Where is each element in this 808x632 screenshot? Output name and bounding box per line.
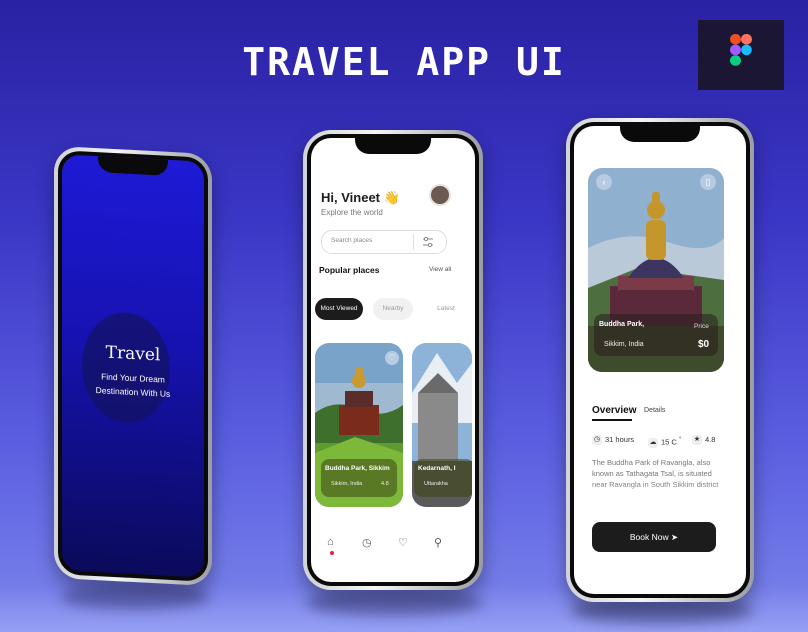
card-location: Sikkim, India: [331, 481, 363, 487]
view-all-link[interactable]: View all: [429, 266, 451, 273]
star-icon: ★: [692, 435, 702, 446]
back-icon[interactable]: ‹: [596, 174, 612, 190]
poster-title: TRAVEL APP UI: [242, 40, 566, 84]
place-name: Buddha Park,: [599, 321, 645, 328]
bookmark-icon[interactable]: ▯: [700, 174, 716, 190]
search-input[interactable]: Search places: [321, 230, 447, 254]
splash-screen: Travel Find Your Dream Destination With …: [62, 154, 204, 578]
tab-underline: [592, 419, 632, 421]
clock-icon: ◷: [592, 435, 602, 446]
home-screen: Hi, Vineet 👋 Explore the world Search pl…: [311, 138, 475, 582]
phone-splash: Travel Find Your Dream Destination With …: [54, 145, 212, 587]
search-placeholder: Search places: [331, 237, 373, 244]
nav-profile-icon[interactable]: ⚲: [434, 536, 442, 549]
price-value: $0: [698, 339, 710, 350]
book-now-label: Book Now: [629, 532, 669, 542]
detail-screen: ‹ ▯ Buddha Park, Price Sikkim, India $0 …: [574, 126, 746, 594]
place-card[interactable]: ♡ Buddha Park, Sikkim Sikkim, India 4.8: [315, 343, 403, 507]
figma-icon: [730, 34, 752, 66]
send-icon: ➤: [671, 532, 679, 542]
phone-shadow: [60, 584, 210, 610]
tab-details[interactable]: Details: [644, 407, 665, 414]
card-info: Buddha Park, Sikkim Sikkim, India 4.8: [321, 459, 397, 497]
book-now-button[interactable]: Book Now ➤: [592, 522, 716, 552]
notch: [98, 156, 168, 176]
temp-value: 15 C: [661, 437, 677, 447]
price-label: Price: [694, 323, 709, 330]
place-info: Buddha Park, Price Sikkim, India $0: [594, 314, 718, 356]
favorite-icon[interactable]: ♡: [385, 351, 399, 365]
phone-shadow: [305, 590, 483, 616]
phone-home: Hi, Vineet 👋 Explore the world Search pl…: [303, 130, 483, 590]
phone-detail: ‹ ▯ Buddha Park, Price Sikkim, India $0 …: [566, 118, 754, 602]
degree-sign: °: [678, 437, 682, 443]
duration-stat: ◷ 31 hours: [592, 431, 634, 449]
place-location: Sikkim, India: [604, 341, 644, 348]
notch: [355, 138, 431, 154]
search-divider: [413, 234, 414, 250]
filter-icon[interactable]: [421, 235, 435, 249]
card-name: Buddha Park, Sikkim: [325, 465, 390, 472]
splash-circle: [82, 310, 170, 425]
figma-logo: [698, 20, 784, 90]
temp-stat: ☁ 15 C °: [648, 431, 681, 449]
hero-image: ‹ ▯ Buddha Park, Price Sikkim, India $0: [588, 168, 724, 372]
nav-clock-icon[interactable]: ◷: [362, 536, 372, 549]
nav-heart-icon[interactable]: ♡: [398, 536, 408, 549]
tab-most-viewed[interactable]: Most Viewed: [315, 298, 363, 320]
avatar[interactable]: [429, 184, 451, 206]
card-name: Kedarnath, I: [418, 465, 456, 472]
notch: [620, 126, 700, 142]
rating-stat: ★ 4.8: [692, 431, 715, 449]
cloud-icon: ☁: [648, 437, 658, 448]
section-title: Popular places: [319, 265, 380, 275]
duration-value: 31 hours: [605, 435, 635, 444]
place-card[interactable]: Kedarnath, I Uttarakha: [412, 343, 472, 507]
tab-latest[interactable]: Latest: [431, 298, 461, 320]
card-info: Kedarnath, I Uttarakha: [414, 459, 472, 497]
greeting: Hi, Vineet 👋: [321, 190, 400, 205]
description-fade: [584, 482, 734, 512]
card-location: Uttarakha: [424, 481, 448, 487]
card-rating: 4.8: [381, 481, 389, 487]
nav-active-indicator: [330, 551, 334, 555]
tab-nearby[interactable]: Nearby: [373, 298, 413, 320]
splash-tagline: Find Your Dream Destination With Us: [62, 367, 204, 402]
nav-home-icon[interactable]: ⌂: [327, 536, 334, 548]
rating-value: 4.8: [705, 435, 716, 444]
tab-overview[interactable]: Overview: [592, 405, 636, 416]
greeting-subtitle: Explore the world: [321, 208, 383, 217]
